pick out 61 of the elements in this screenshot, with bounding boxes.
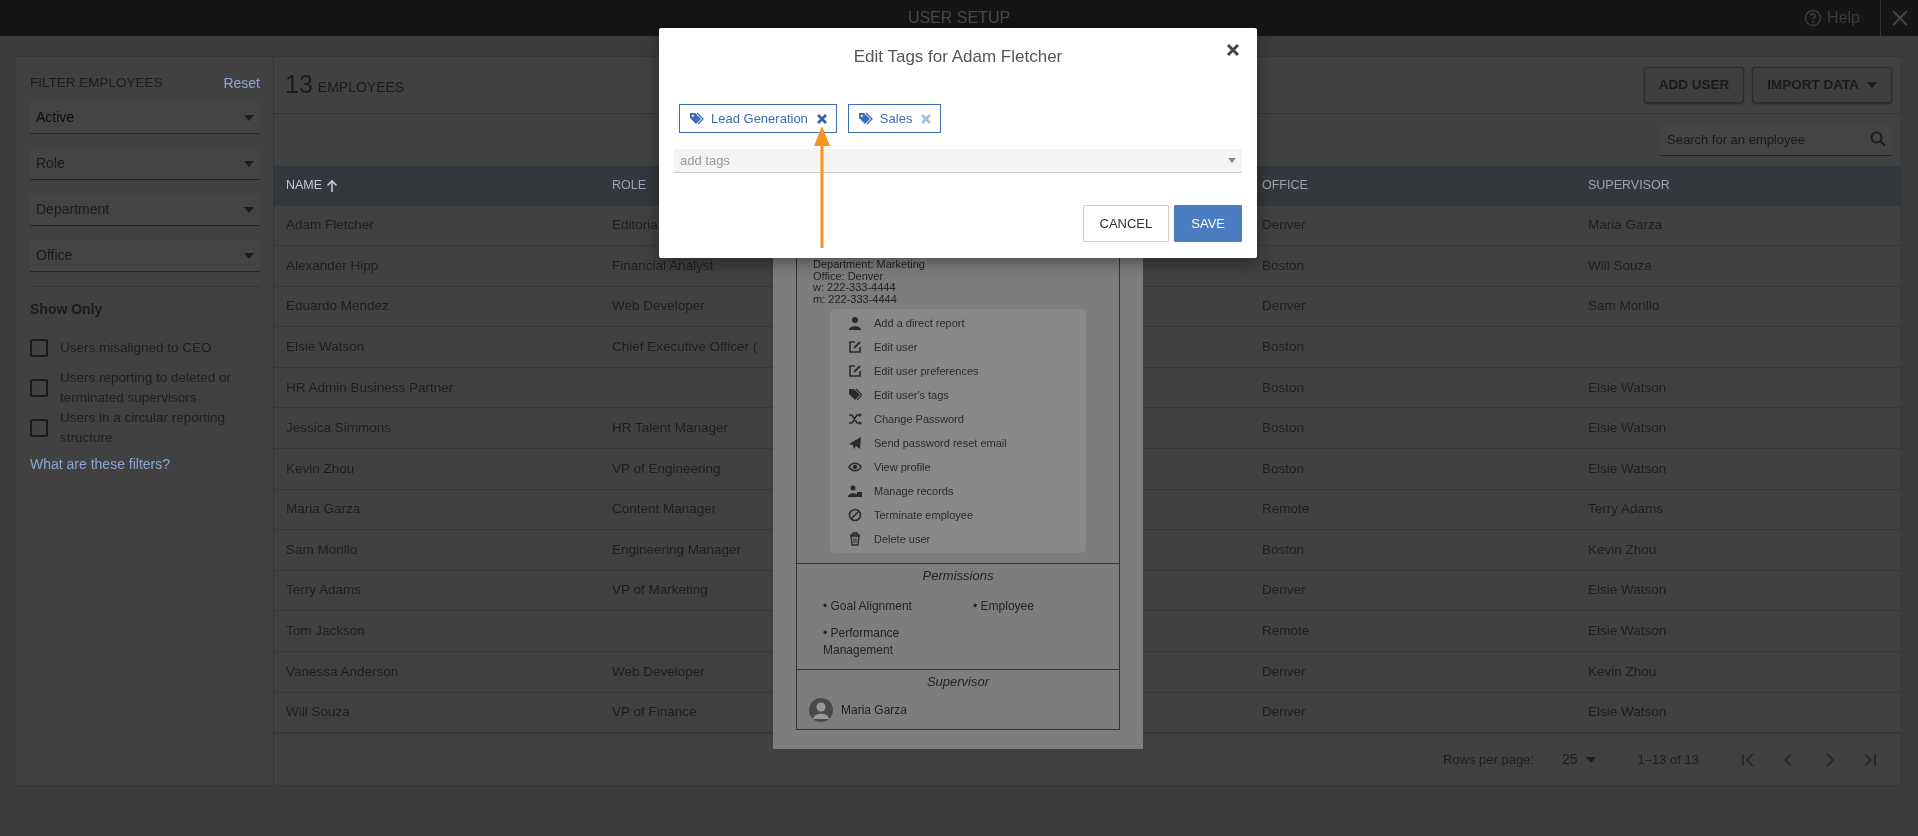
edit-icon xyxy=(848,340,862,354)
permission-item: • Goal Alignment xyxy=(823,597,913,615)
checkbox[interactable] xyxy=(30,339,48,357)
remove-tag-icon[interactable] xyxy=(815,112,828,125)
caret-icon xyxy=(1867,81,1877,88)
menu-item[interactable]: Edit user xyxy=(830,335,1086,359)
caret-icon xyxy=(1228,158,1236,163)
search-icon xyxy=(1870,131,1886,148)
menu-item[interactable]: Delete user xyxy=(830,527,1086,551)
help-icon xyxy=(1804,9,1823,27)
caret-icon xyxy=(244,252,254,259)
menu-item[interactable]: Change Password xyxy=(830,407,1086,431)
shuffle-icon xyxy=(848,412,862,426)
menu-item[interactable]: Add a direct report xyxy=(830,311,1086,335)
column-header[interactable]: NAME xyxy=(286,176,323,195)
checkbox[interactable] xyxy=(30,419,48,437)
send-icon xyxy=(848,436,862,450)
tag-icon xyxy=(689,111,705,126)
menu-item[interactable]: Manage records xyxy=(830,479,1086,503)
cancel-button[interactable]: CANCEL xyxy=(1082,205,1170,242)
detail-text: w: 222-333-4444 xyxy=(813,282,897,294)
trash-icon xyxy=(848,532,862,546)
checkbox[interactable] xyxy=(30,379,48,397)
person-icon xyxy=(848,316,862,330)
caret-icon xyxy=(1585,756,1596,763)
tags-icon xyxy=(848,388,862,402)
reset-link[interactable]: Reset xyxy=(223,73,260,94)
ban-icon xyxy=(848,508,862,522)
column-header[interactable]: OFFICE xyxy=(1262,176,1308,195)
tag-label: Sales xyxy=(879,109,913,128)
menu-item[interactable]: View profile xyxy=(830,455,1086,479)
detail-text: Department: Marketing xyxy=(813,259,926,271)
add-tags-field[interactable]: add tags xyxy=(674,149,1242,173)
menu-item[interactable]: Terminate employee xyxy=(830,503,1086,527)
help-link[interactable]: What are these filters? xyxy=(30,454,171,475)
close-icon xyxy=(1890,9,1909,27)
tag-icon xyxy=(857,111,874,126)
menu-item[interactable]: Edit user's tags xyxy=(830,383,1086,407)
eye-icon xyxy=(848,460,862,474)
supervisor-name: Maria Garza xyxy=(841,701,908,719)
detail-text: Office: Denver xyxy=(813,270,884,282)
tag-label: Lead Generation xyxy=(711,109,808,128)
save-button[interactable]: SAVE xyxy=(1174,205,1242,242)
close-icon[interactable] xyxy=(1226,43,1240,57)
section-heading: Supervisor xyxy=(925,673,991,691)
modal-title: Edit Tags for Adam Fletcher xyxy=(852,46,1064,68)
column-header[interactable]: ROLE xyxy=(612,176,647,195)
menu-item[interactable]: Edit user preferences xyxy=(830,359,1086,383)
detail-text: m: 222-333-4444 xyxy=(813,293,898,305)
avatar-icon xyxy=(809,697,833,722)
section-heading: Permissions xyxy=(921,567,995,585)
sort-arrow-icon xyxy=(326,178,339,193)
people-icon xyxy=(848,484,862,498)
permission-item: • Performance Management xyxy=(823,624,901,659)
caret-icon xyxy=(244,114,254,121)
edit-icon xyxy=(848,364,862,378)
column-header[interactable]: SUPERVISOR xyxy=(1588,176,1670,195)
permission-item: • Employee xyxy=(973,597,1035,615)
caret-icon xyxy=(244,160,254,167)
menu-item[interactable]: Send password reset email xyxy=(830,431,1086,455)
caret-icon xyxy=(244,206,254,213)
